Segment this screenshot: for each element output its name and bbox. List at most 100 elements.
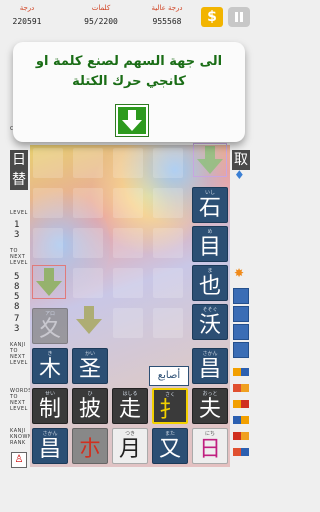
pause-icon-bar (240, 12, 243, 22)
instruction-dialog: الى جهة السهم لصنع كلمة او كانجي حرك الك… (13, 42, 245, 142)
tile-kanji: 夫 (198, 397, 221, 422)
tile-kanji: 也 (198, 274, 221, 299)
kanji-known-label: KANJI KNOWN RANK (10, 428, 33, 446)
kanji-tile[interactable]: ま也 (192, 265, 228, 301)
tile-kanji: 朩 (78, 437, 101, 462)
block-marker (233, 448, 241, 456)
tile-kana: はしる (122, 391, 138, 397)
kanji-tile-selected[interactable]: さく扌 (152, 388, 188, 424)
kanji-tile[interactable]: さかん昌 (32, 428, 68, 464)
tile-kana: おっと (202, 391, 218, 397)
down-arrow-icon (193, 143, 227, 177)
tile-kana: アロ (44, 311, 55, 317)
kanji-tile[interactable]: つき月 (112, 428, 148, 464)
tile-kana: ま (207, 268, 213, 274)
tile-kana: さかん (42, 431, 58, 437)
kanji-tile[interactable]: おっと夫 (192, 388, 228, 424)
tile-kana: そそぐ (202, 307, 218, 313)
kanji-tile[interactable]: はしる走 (112, 388, 148, 424)
kanji-tile[interactable]: そそぐ沃 (192, 304, 228, 340)
block-marker (241, 368, 249, 376)
tile-kanji: 制 (38, 397, 61, 422)
gem-block (233, 324, 249, 340)
tile-kana: かい (84, 351, 95, 357)
tile-kanji: 目 (198, 235, 221, 260)
hint-kanji-button[interactable]: 日 (10, 150, 28, 170)
kanji-tile[interactable]: かい圣 (72, 348, 108, 384)
pause-icon (235, 12, 238, 22)
words-value: 95/2200 (84, 17, 118, 26)
down-arrow-icon (76, 306, 102, 334)
kanji-tile[interactable]: き木 (32, 348, 68, 384)
block-marker (241, 432, 249, 440)
tile-kana: さく (164, 392, 175, 398)
rank-icon: ♙ (11, 452, 27, 468)
next-label: TO NEXT LEVEL (10, 248, 28, 266)
kanji-tile[interactable]: め目 (192, 226, 228, 262)
kanji-next-label: KANJI TO NEXT LEVEL (10, 342, 28, 366)
kanji-tile[interactable]: また又 (152, 428, 188, 464)
diamond-icon: ♦ (234, 168, 245, 182)
tile-kanji: 月 (118, 437, 141, 462)
kanji-tile[interactable]: いし石 (192, 187, 228, 223)
coin-button[interactable]: $ (201, 7, 223, 27)
kanji-tile[interactable]: さかん昌 (192, 348, 228, 384)
sparkle-icon: ✸ (234, 266, 245, 280)
high-score-label: درجة عالية (151, 4, 183, 12)
tile-kana: つき (124, 431, 135, 437)
tile-kana: さかん (202, 351, 218, 357)
next-value-2: 73 (14, 314, 20, 334)
kanji-tile[interactable]: ひ披 (72, 388, 108, 424)
kanji-tile[interactable]: せい制 (32, 388, 68, 424)
tile-kana: ひ (87, 391, 93, 397)
tile-kana: め (207, 229, 213, 235)
block-marker (241, 416, 249, 424)
pause-button[interactable] (228, 7, 250, 27)
tile-kana: また (164, 431, 175, 437)
kanji-tile[interactable]: アロ夊 (32, 308, 68, 344)
confirm-button[interactable] (115, 104, 149, 137)
tile-kanji: 圣 (78, 357, 101, 382)
tile-kanji: 沃 (198, 313, 221, 338)
tile-kana: にち (204, 431, 215, 437)
meaning-tooltip: أصابع (149, 366, 189, 386)
tile-kanji: 披 (78, 397, 101, 422)
score-value: 220591 (12, 17, 42, 26)
take-kanji-button[interactable]: 取 (232, 150, 250, 170)
high-score-value: 955568 (152, 17, 182, 26)
tile-kanji: 走 (118, 397, 141, 422)
down-arrow-icon (122, 110, 142, 131)
tile-kana: せい (44, 391, 55, 397)
tile-kanji: 昌 (38, 437, 61, 462)
tile-kanji: 昌 (198, 357, 221, 382)
tile-kanji: 夊 (38, 317, 61, 342)
instruction-text: الى جهة السهم لصنع كلمة او كانجي حرك الك… (35, 54, 223, 89)
block-marker (233, 368, 241, 376)
block-marker (233, 416, 241, 424)
down-arrow-icon (32, 265, 66, 299)
kanji-tile[interactable]: にち日 (192, 428, 228, 464)
level-label: LEVEL (10, 210, 28, 216)
tile-kanji: 又 (158, 437, 181, 462)
words-next-label: WORDS TO NEXT LEVEL (10, 388, 32, 412)
swap-kanji-button[interactable]: 替 (10, 170, 28, 190)
block-marker (241, 448, 249, 456)
block-marker (241, 384, 249, 392)
tile-kanji: 木 (38, 357, 61, 382)
tile-kana: いし (204, 190, 215, 196)
level-value: 13 (14, 220, 20, 240)
kanji-tile[interactable]: 朩 (72, 428, 108, 464)
tile-kanji: 扌 (158, 398, 181, 423)
block-marker (241, 400, 249, 408)
tile-kana: き (47, 351, 53, 357)
gem-block (233, 288, 249, 304)
block-marker (233, 384, 241, 392)
tile-kanji: 日 (198, 437, 221, 462)
block-marker (233, 400, 241, 408)
score-label: درجة (19, 4, 35, 12)
block-marker (233, 432, 241, 440)
tile-kanji: 石 (198, 196, 221, 221)
next-value: 5858 (14, 272, 20, 312)
gem-block (233, 306, 249, 322)
gem-block (233, 342, 249, 358)
